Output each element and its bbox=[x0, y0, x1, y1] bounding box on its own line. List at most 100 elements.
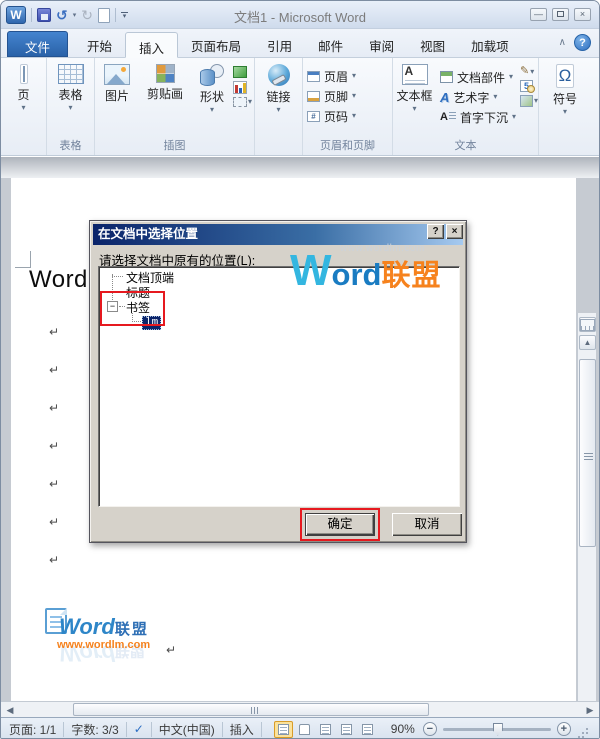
save-icon[interactable] bbox=[37, 8, 51, 22]
ribbon: 页 ▾ 表格 ▾ 表格 图片 剪贴画 形状 ▾ bbox=[1, 58, 599, 156]
qat-customize-dropdown-icon[interactable]: ▾ bbox=[121, 12, 128, 19]
zoom-slider-thumb[interactable] bbox=[493, 723, 503, 736]
draft-view-icon bbox=[362, 724, 373, 735]
object-button[interactable]: ▾ bbox=[520, 95, 538, 107]
tab-page-layout[interactable]: 页面布局 bbox=[178, 31, 254, 57]
undo-icon[interactable]: ↺ bbox=[56, 8, 68, 22]
scroll-right-button[interactable]: ▶ bbox=[583, 703, 597, 717]
web-layout-view-button[interactable] bbox=[316, 721, 335, 738]
tab-mailings[interactable]: 邮件 bbox=[305, 31, 356, 57]
draft-view-button[interactable] bbox=[358, 721, 377, 738]
header-button[interactable]: 页眉▾ bbox=[303, 66, 392, 86]
zoom-control: − + bbox=[423, 722, 571, 736]
zoom-slider-track[interactable] bbox=[443, 728, 551, 731]
page-count-indicator[interactable]: 页面: 1/1 bbox=[9, 721, 56, 738]
web-layout-icon bbox=[320, 724, 331, 735]
ribbon-tab-row: 文件 开始 插入 页面布局 引用 邮件 审阅 视图 加载项 bbox=[1, 29, 599, 58]
resize-grip[interactable] bbox=[577, 723, 589, 735]
zoom-out-button[interactable]: − bbox=[423, 722, 437, 736]
close-button[interactable]: × bbox=[574, 8, 591, 21]
symbol-button[interactable]: Ω 符号 ▾ bbox=[539, 62, 591, 115]
quick-parts-button[interactable]: 文档部件▾ bbox=[436, 67, 520, 87]
ribbon-group-table: 表格 ▾ 表格 bbox=[47, 58, 95, 155]
tab-references[interactable]: 引用 bbox=[254, 31, 305, 57]
dialog-close-button[interactable]: × bbox=[446, 224, 463, 239]
drop-cap-icon: A bbox=[440, 112, 456, 123]
paragraph-mark: ↵ bbox=[49, 325, 59, 339]
footer-icon bbox=[307, 91, 320, 102]
help-button[interactable]: ? bbox=[574, 34, 591, 51]
dialog-title-bar[interactable]: 在文档中选择位置 bbox=[93, 224, 463, 245]
ribbon-group-text: A 文本框 ▾ 文档部件▾ A 艺术字▾ A 首字下沉▾ ✎▾ bbox=[393, 58, 539, 155]
page-number-button[interactable]: # 页码▾ bbox=[303, 106, 392, 126]
zoom-in-button[interactable]: + bbox=[557, 722, 571, 736]
horizontal-scroll-thumb[interactable] bbox=[73, 703, 429, 716]
outline-view-button[interactable] bbox=[337, 721, 356, 738]
shapes-icon bbox=[199, 64, 225, 86]
page-number-icon: # bbox=[307, 111, 320, 122]
tab-insert[interactable]: 插入 bbox=[125, 32, 178, 58]
qat-separator bbox=[115, 8, 116, 22]
tab-review[interactable]: 审阅 bbox=[356, 31, 407, 57]
redo-icon[interactable]: ↻ bbox=[81, 8, 93, 22]
dialog-help-button[interactable]: ? bbox=[427, 224, 444, 239]
object-icon bbox=[520, 95, 533, 107]
paragraph-mark: ↵ bbox=[49, 439, 59, 453]
tab-view[interactable]: 视图 bbox=[407, 31, 458, 57]
language-indicator[interactable]: 中文(中国) bbox=[159, 721, 215, 738]
drop-cap-button[interactable]: A 首字下沉▾ bbox=[436, 107, 520, 127]
restore-button[interactable] bbox=[552, 8, 569, 21]
pages-button[interactable]: 页 ▾ bbox=[1, 62, 46, 111]
paragraph-mark: ↵ bbox=[49, 553, 59, 567]
header-icon bbox=[307, 71, 320, 82]
fullscreen-reading-view-button[interactable] bbox=[295, 721, 314, 738]
screenshot-button[interactable]: ▾ bbox=[233, 97, 252, 107]
page-icon bbox=[23, 66, 25, 82]
status-bar: 页面: 1/1 字数: 3/3 ✓ 中文(中国) 插入 90% − + bbox=[1, 717, 599, 739]
wordart-button[interactable]: A 艺术字▾ bbox=[436, 87, 520, 107]
print-layout-view-button[interactable] bbox=[274, 721, 293, 738]
page-top-gap bbox=[1, 157, 599, 178]
paragraph-mark: ↵ bbox=[166, 643, 176, 657]
word-app-icon[interactable]: W bbox=[6, 6, 26, 24]
tab-home[interactable]: 开始 bbox=[74, 31, 125, 57]
vertical-scrollbar[interactable]: ▲ ▼ ▲ ○ ▼ bbox=[577, 313, 596, 739]
undo-dropdown-arrow-icon[interactable]: ▾ bbox=[73, 11, 77, 19]
annotation-highlight-bookmark bbox=[100, 291, 165, 326]
horizontal-scrollbar[interactable]: ◀ ▶ bbox=[1, 701, 599, 717]
new-document-icon[interactable] bbox=[98, 8, 110, 23]
tab-addins[interactable]: 加载项 bbox=[458, 31, 522, 57]
paragraph-mark: ↵ bbox=[49, 477, 59, 491]
group-label-header-footer: 页眉和页脚 bbox=[303, 137, 392, 153]
signature-line-button[interactable]: ✎▾ bbox=[520, 66, 538, 77]
smartart-button[interactable] bbox=[233, 66, 247, 78]
insert-mode-indicator[interactable]: 插入 bbox=[230, 721, 254, 738]
minimize-button[interactable]: — bbox=[530, 8, 547, 21]
ruler-toggle-button[interactable] bbox=[579, 317, 596, 332]
collapse-ribbon-icon[interactable]: ∧ bbox=[559, 37, 566, 48]
word-count-indicator[interactable]: 字数: 3/3 bbox=[71, 721, 118, 738]
picture-icon bbox=[104, 64, 130, 85]
cancel-button[interactable]: 取消 bbox=[392, 513, 462, 536]
spell-check-icon[interactable]: ✓ bbox=[134, 722, 144, 736]
tree-connector bbox=[112, 276, 123, 277]
date-time-button[interactable]: 5 bbox=[520, 80, 533, 92]
omega-icon: Ω bbox=[559, 66, 572, 85]
vertical-scroll-thumb[interactable] bbox=[579, 359, 596, 547]
textbox-icon: A bbox=[402, 64, 428, 85]
ribbon-group-illustrations: 图片 剪贴画 形状 ▾ ▾ 插图 bbox=[95, 58, 255, 155]
link-button[interactable]: 链接 ▾ bbox=[255, 62, 302, 113]
signature-pen-icon: ✎ bbox=[520, 66, 529, 77]
footer-button[interactable]: 页脚▾ bbox=[303, 86, 392, 106]
tab-file[interactable]: 文件 bbox=[7, 31, 68, 57]
ribbon-group-pages: 页 ▾ bbox=[1, 58, 47, 155]
restore-icon bbox=[557, 11, 564, 17]
chart-button[interactable] bbox=[233, 81, 247, 94]
zoom-level-indicator[interactable]: 90% bbox=[391, 722, 415, 736]
group-label-illustrations: 插图 bbox=[95, 137, 254, 153]
scroll-left-button[interactable]: ◀ bbox=[3, 703, 17, 717]
table-button[interactable]: 表格 ▾ bbox=[47, 62, 94, 111]
link-globe-icon bbox=[268, 64, 290, 86]
print-layout-icon bbox=[278, 724, 289, 735]
scroll-up-button[interactable]: ▲ bbox=[579, 335, 596, 350]
